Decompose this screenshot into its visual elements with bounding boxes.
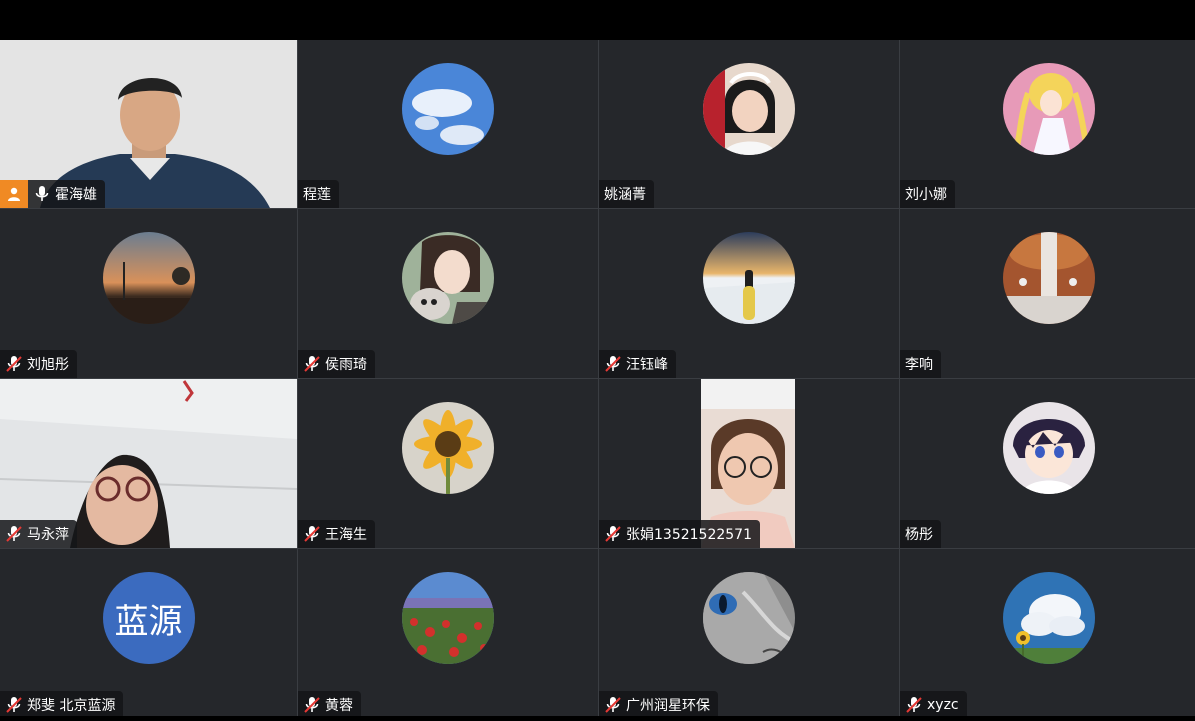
- participant-name: 侯雨琦: [325, 357, 367, 373]
- participant-avatar: [402, 402, 494, 494]
- participant-tile[interactable]: 刘小娜: [900, 40, 1195, 208]
- participant-avatar: [703, 232, 795, 324]
- participant-name: 王海生: [325, 527, 367, 543]
- participant-avatar: [1003, 402, 1095, 494]
- name-tag: 郑斐 北京蓝源: [0, 691, 124, 719]
- participant-avatar: [402, 572, 494, 664]
- participant-avatar: [1003, 572, 1095, 664]
- name-tag: 姚涵菁: [599, 180, 654, 208]
- name-tag: 霍海雄: [28, 180, 105, 208]
- participant-tile[interactable]: 汪钰峰: [599, 209, 899, 378]
- microphone-muted-icon[interactable]: [303, 525, 321, 543]
- participant-tile[interactable]: xyzc: [900, 549, 1195, 719]
- name-tag: 张娟13521522571: [599, 520, 760, 548]
- participant-avatar: [703, 63, 795, 155]
- participant-tile[interactable]: 侯雨琦: [298, 209, 598, 378]
- name-tag: 王海生: [298, 520, 375, 548]
- participant-name: 姚涵菁: [604, 187, 646, 203]
- top-bar: [0, 0, 1195, 40]
- participant-tile[interactable]: 霍海雄: [0, 40, 297, 208]
- microphone-muted-icon[interactable]: [604, 355, 622, 373]
- participant-tile[interactable]: 姚涵菁: [599, 40, 899, 208]
- participant-tile[interactable]: 张娟13521522571: [599, 379, 899, 548]
- participant-name: 李响: [905, 357, 933, 373]
- participant-tile[interactable]: 马永萍: [0, 379, 297, 548]
- participant-tile[interactable]: 蓝源 郑斐 北京蓝源: [0, 549, 297, 719]
- participant-avatar: 蓝源: [102, 572, 195, 664]
- host-badge: [0, 180, 28, 208]
- name-tag: 黄蓉: [298, 691, 361, 719]
- microphone-muted-icon[interactable]: [5, 355, 23, 373]
- participant-avatar: [1003, 63, 1095, 155]
- name-tag: 广州润星环保: [599, 691, 718, 719]
- name-tag: 刘小娜: [900, 180, 955, 208]
- participant-avatar: [1003, 232, 1095, 324]
- microphone-muted-icon[interactable]: [604, 696, 622, 714]
- name-tag: 汪钰峰: [599, 350, 676, 378]
- microphone-muted-icon[interactable]: [604, 525, 622, 543]
- name-tag: xyzc: [900, 691, 967, 719]
- participant-avatar: [102, 232, 195, 324]
- microphone-icon[interactable]: [33, 185, 51, 203]
- participant-name: xyzc: [927, 697, 959, 713]
- participant-tile[interactable]: 王海生: [298, 379, 598, 548]
- participant-avatar: [703, 572, 795, 664]
- name-tag: 程莲: [298, 180, 339, 208]
- participant-name: 广州润星环保: [626, 698, 710, 714]
- microphone-muted-icon[interactable]: [5, 696, 23, 714]
- video-grid: 霍海雄 程莲 姚涵菁 刘小娜 刘旭彤 侯雨琦 汪钰峰 李响 马永萍 王海生 张娟…: [0, 40, 1195, 719]
- participant-tile[interactable]: 刘旭彤: [0, 209, 297, 378]
- participant-tile[interactable]: 程莲: [298, 40, 598, 208]
- participant-name: 刘旭彤: [27, 357, 69, 373]
- name-tag: 侯雨琦: [298, 350, 375, 378]
- participant-tile[interactable]: 李响: [900, 209, 1195, 378]
- participant-avatar: [402, 63, 494, 155]
- name-tag: 李响: [900, 350, 941, 378]
- participant-name: 杨彤: [905, 527, 933, 543]
- name-tag: 刘旭彤: [0, 350, 77, 378]
- participant-name: 刘小娜: [905, 187, 947, 203]
- participant-name: 张娟13521522571: [626, 527, 752, 543]
- name-tag: 马永萍: [0, 520, 77, 548]
- microphone-muted-icon[interactable]: [5, 525, 23, 543]
- participant-tile[interactable]: 黄蓉: [298, 549, 598, 719]
- participant-tile[interactable]: 杨彤: [900, 379, 1195, 548]
- participant-name: 程莲: [303, 187, 331, 203]
- participant-name: 黄蓉: [325, 698, 353, 714]
- participant-name: 郑斐 北京蓝源: [27, 698, 116, 714]
- bottom-bar: [0, 716, 1195, 721]
- participant-tile[interactable]: 广州润星环保: [599, 549, 899, 719]
- host-person-icon: [8, 187, 20, 201]
- microphone-muted-icon[interactable]: [303, 696, 321, 714]
- microphone-muted-icon[interactable]: [905, 696, 923, 714]
- microphone-muted-icon[interactable]: [303, 355, 321, 373]
- participant-name: 马永萍: [27, 527, 69, 543]
- name-tag: 杨彤: [900, 520, 941, 548]
- participant-name: 汪钰峰: [626, 357, 668, 373]
- participant-name: 霍海雄: [55, 187, 97, 203]
- participant-avatar: [402, 232, 494, 324]
